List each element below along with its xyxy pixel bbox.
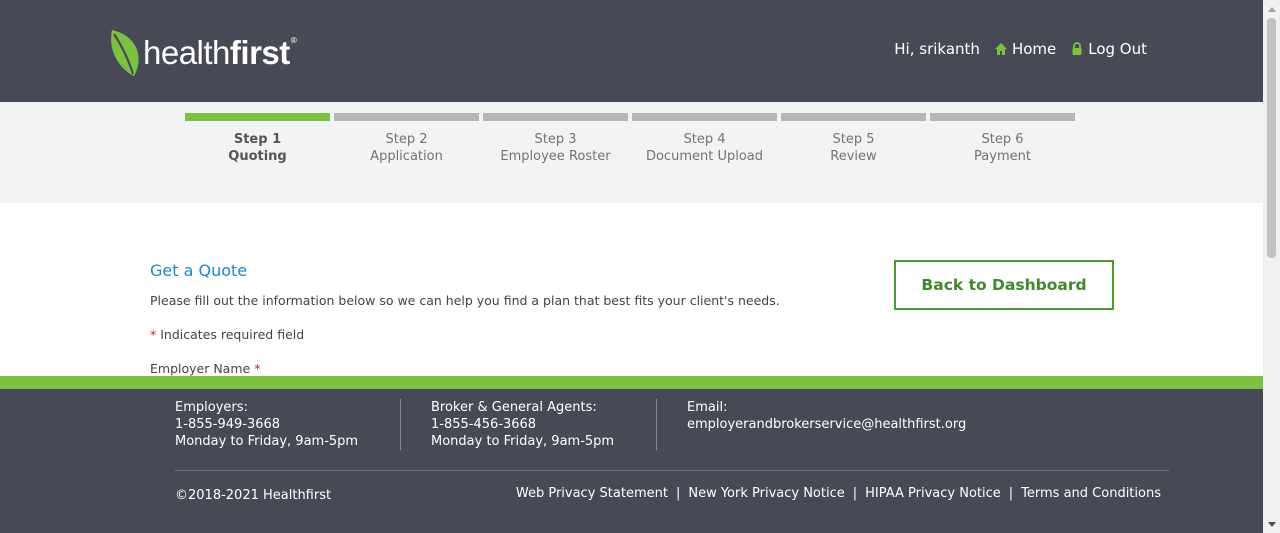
step-number: Step 1 [233,132,282,147]
site-header: healthfirst ® Hi, srikanth Home Log Out [0,0,1263,102]
footer-divider [656,399,657,450]
step-progress-bar [781,113,926,121]
web-privacy-link[interactable]: Web Privacy Statement [516,486,668,501]
progress-steps-band: Step 1 Quoting Step 2 Application Step 3… [0,102,1263,203]
step-number: Step 2 [385,132,428,147]
brokers-heading: Broker & General Agents: [431,400,597,415]
required-star: * [150,327,157,342]
step-progress-bar [632,113,777,121]
employers-hours: Monday to Friday, 9am-5pm [175,434,359,449]
step-quoting[interactable]: Step 1 Quoting [185,113,330,165]
link-separator: | [675,486,681,501]
footer-links: Web Privacy Statement | New York Privacy… [516,486,1161,501]
registered-mark: ® [289,35,298,45]
footer-rule [175,470,1169,471]
scroll-down-icon[interactable] [1263,516,1280,533]
step-progress-bar [334,113,479,121]
step-progress-bar [483,113,628,121]
footer-accent-stripe [0,376,1263,389]
email-heading: Email: [687,400,728,415]
required-field-note: * Indicates required field [150,327,304,342]
home-icon [994,43,1007,55]
step-application[interactable]: Step 2 Application [334,113,479,165]
site-footer: Employers: 1-855-949-3668 Monday to Frid… [0,389,1263,533]
step-name: Review [830,149,877,164]
step-progress-bar [185,113,330,121]
employers-phone[interactable]: 1-855-949-3668 [175,416,358,433]
home-link-label: Home [1011,40,1057,58]
terms-link[interactable]: Terms and Conditions [1021,486,1161,501]
scroll-up-icon[interactable] [1263,0,1280,17]
user-nav: Hi, srikanth Home Log Out [894,40,1147,58]
brokers-hours: Monday to Friday, 9am-5pm [431,434,615,449]
brokers-contact: Broker & General Agents: 1-855-456-3668 … [431,399,614,450]
step-employee-roster[interactable]: Step 3 Employee Roster [483,113,628,165]
logout-link[interactable]: Log Out [1070,40,1147,58]
employers-contact: Employers: 1-855-949-3668 Monday to Frid… [175,399,358,450]
link-separator: | [1008,486,1014,501]
employers-heading: Employers: [175,400,248,415]
back-to-dashboard-button[interactable]: Back to Dashboard [894,260,1114,310]
scrollbar-thumb[interactable] [1267,18,1276,258]
step-name: Employee Roster [500,149,611,164]
ny-privacy-link[interactable]: New York Privacy Notice [688,486,844,501]
employer-name-label: Employer Name * [150,361,260,376]
required-note-text: Indicates required field [160,327,305,342]
link-separator: | [852,486,858,501]
required-star: * [254,361,261,376]
step-number: Step 6 [981,132,1024,147]
step-name: Document Upload [645,149,764,164]
step-progress-bar [930,113,1075,121]
step-name: Payment [974,149,1031,164]
step-name: Application [370,149,443,164]
hipaa-privacy-link[interactable]: HIPAA Privacy Notice [865,486,1001,501]
step-number: Step 4 [683,132,726,147]
page-title: Get a Quote [150,261,248,280]
logo-wordmark: healthfirst [143,34,290,71]
step-review[interactable]: Step 5 Review [781,113,926,165]
leaf-icon [111,30,139,76]
footer-divider [400,399,401,450]
user-greeting: Hi, srikanth [894,40,980,58]
page-scrollbar[interactable] [1263,0,1280,533]
home-link[interactable]: Home [994,40,1056,58]
email-address-link[interactable]: employerandbrokerservice@healthfirst.org [687,416,966,433]
healthfirst-logo[interactable]: healthfirst ® [108,28,298,78]
brokers-phone[interactable]: 1-855-456-3668 [431,416,614,433]
employer-name-label-text: Employer Name [150,361,251,376]
progress-steps: Step 1 Quoting Step 2 Application Step 3… [185,113,1075,165]
email-contact: Email: employerandbrokerservice@healthfi… [687,399,966,433]
copyright: ©2018-2021 Healthfirst [175,488,332,503]
lock-icon [1072,42,1082,55]
step-document-upload[interactable]: Step 4 Document Upload [632,113,777,165]
step-number: Step 5 [832,132,875,147]
step-payment[interactable]: Step 6 Payment [930,113,1075,165]
logout-link-label: Log Out [1088,40,1147,58]
intro-text: Please fill out the information below so… [150,293,780,308]
step-number: Step 3 [534,132,577,147]
step-name: Quoting [228,149,287,164]
